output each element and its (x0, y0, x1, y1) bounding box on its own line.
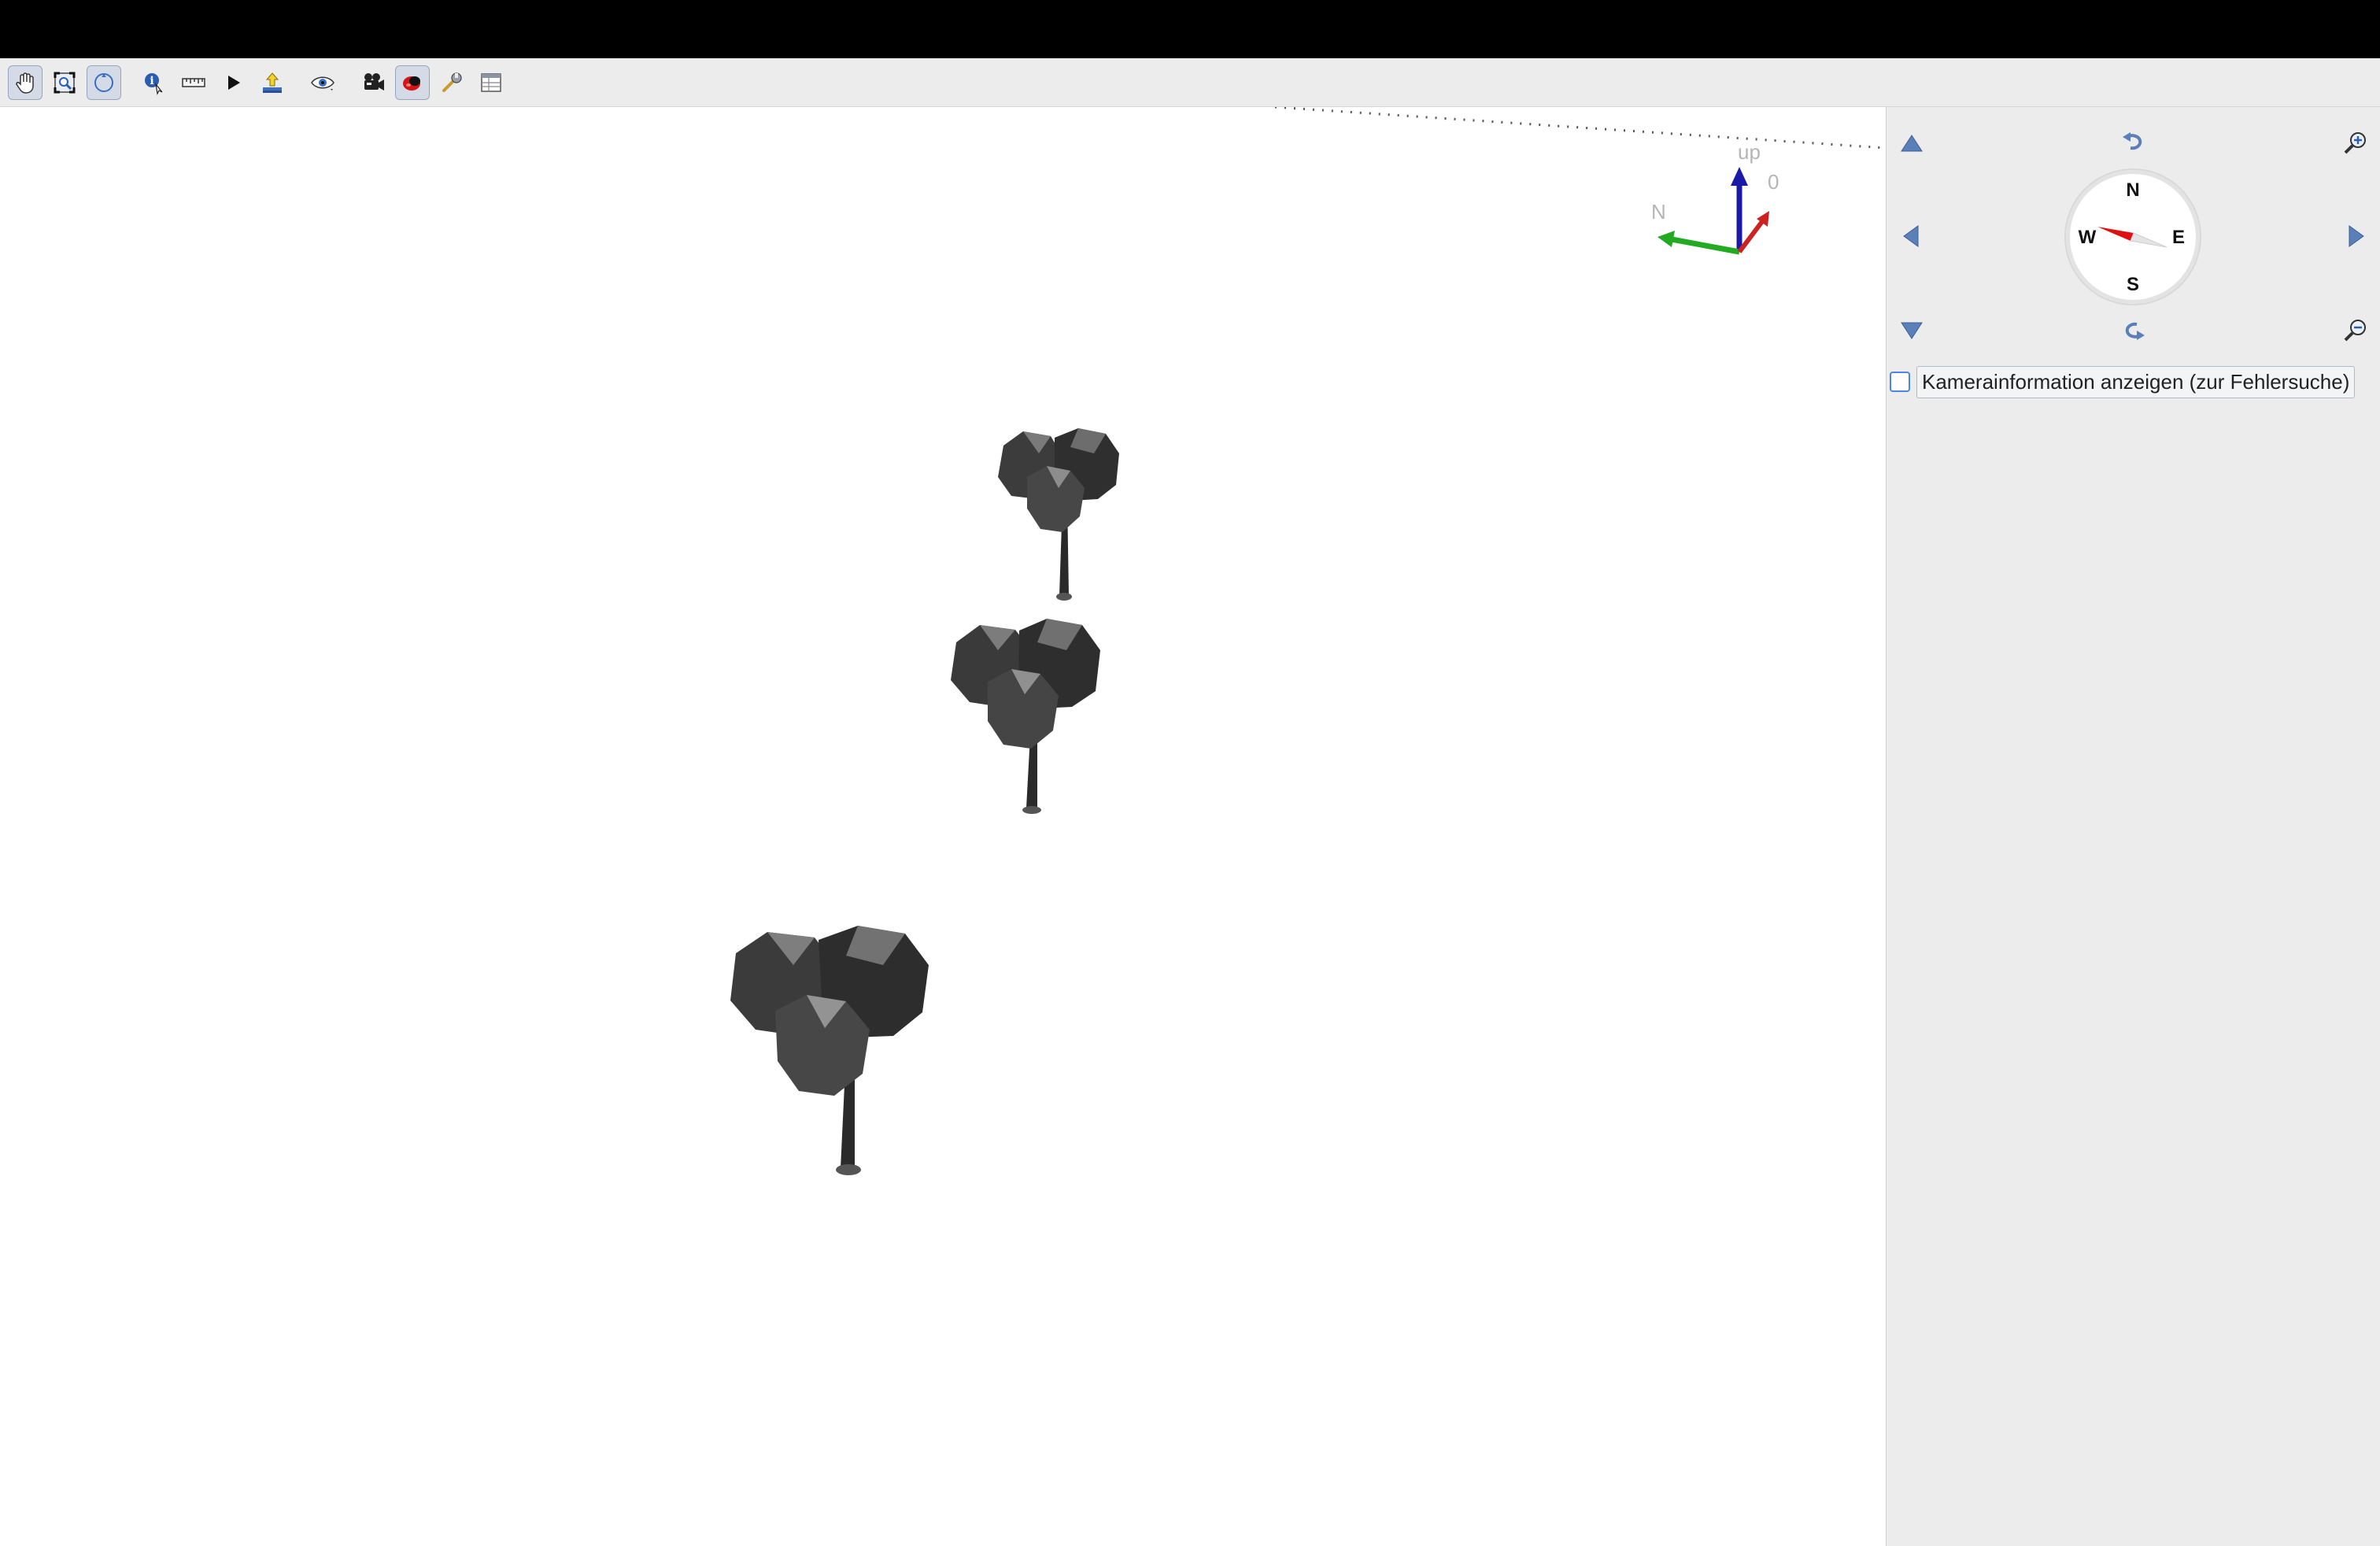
zoom-out-button[interactable] (2341, 316, 2370, 345)
east-axis (1737, 219, 1765, 253)
zoom-in-icon (2344, 132, 2366, 154)
north-axis (1671, 236, 1740, 255)
animation-play-icon (228, 75, 240, 90)
camera-info-checkbox[interactable] (1890, 372, 1910, 392)
navigation-panel: N E S W Kamerainformation anzeigen (zur … (1886, 107, 2380, 1546)
rotate-camera-icon (94, 72, 113, 92)
toolbar-separator (294, 65, 305, 100)
rotate-left-icon (2123, 132, 2142, 150)
layout-icon (481, 72, 501, 92)
axis-gizmo (1658, 167, 1769, 255)
zoom-out-icon (2344, 320, 2366, 342)
view-button[interactable] (305, 65, 340, 100)
tree-object (951, 619, 1100, 814)
settings-button[interactable] (434, 65, 469, 100)
arrow-right-icon (2349, 225, 2364, 247)
identify-button[interactable]: i (137, 65, 172, 100)
axis-north-label: N (1651, 200, 1666, 224)
rotate-camera-button[interactable] (87, 65, 121, 100)
tree-object (998, 428, 1119, 601)
arrow-left-icon (1903, 225, 1919, 247)
export-button[interactable] (255, 65, 290, 100)
title-bar (0, 0, 2380, 58)
rotate-right-icon (2125, 322, 2145, 340)
axis-up-label: up (1738, 140, 1761, 164)
pan-hand-icon (16, 72, 34, 94)
tree-object (730, 926, 929, 1175)
animation-button[interactable] (216, 65, 250, 100)
3d-scene (730, 107, 1886, 1175)
measure-button[interactable] (176, 65, 211, 100)
zoom-full-icon (54, 72, 76, 93)
axis-zero-label: 0 (1768, 170, 1779, 194)
compass-needle (2097, 227, 2168, 248)
compass-dial[interactable]: N E S W (2066, 170, 2200, 304)
identify-icon: i (145, 72, 163, 95)
toolbar-separator (345, 65, 356, 100)
camera-info-label[interactable]: Kamerainformation anzeigen (zur Fehlersu… (1916, 365, 2356, 398)
effects-button[interactable] (395, 65, 430, 100)
arrow-down-icon (1901, 322, 1923, 339)
camera-record-icon (364, 72, 384, 91)
tilt-up-button[interactable] (1898, 129, 1926, 157)
toolbar-separator (126, 65, 137, 100)
camera-info-row[interactable]: Kamerainformation anzeigen (zur Fehlersu… (1887, 365, 2356, 398)
horizon-line (1274, 107, 1886, 150)
layout-button[interactable] (474, 65, 508, 100)
pan-tool-button[interactable] (8, 65, 42, 100)
tilt-down-button[interactable] (1898, 316, 1926, 345)
effects-icon (403, 76, 420, 91)
zoom-full-button[interactable] (47, 65, 82, 100)
3d-toolbar: i (0, 58, 2380, 107)
arrow-up-icon (1901, 135, 1923, 152)
zoom-in-button[interactable] (2341, 129, 2370, 157)
pan-left-button[interactable] (1898, 222, 1926, 250)
eye-icon (311, 76, 334, 91)
up-axis-arrowhead (1731, 167, 1748, 186)
svg-text:i: i (150, 75, 153, 87)
camera-record-button[interactable] (356, 65, 390, 100)
export-icon (263, 72, 282, 93)
3d-map-viewport[interactable]: up N 0 (0, 107, 1886, 1546)
north-axis-arrowhead (1658, 231, 1675, 247)
rotate-counterclockwise-button[interactable] (2119, 128, 2148, 156)
wrench-icon (442, 72, 462, 92)
pan-right-button[interactable] (2341, 222, 2370, 250)
measure-ruler-icon (182, 77, 205, 87)
rotate-clockwise-button[interactable] (2119, 316, 2148, 345)
